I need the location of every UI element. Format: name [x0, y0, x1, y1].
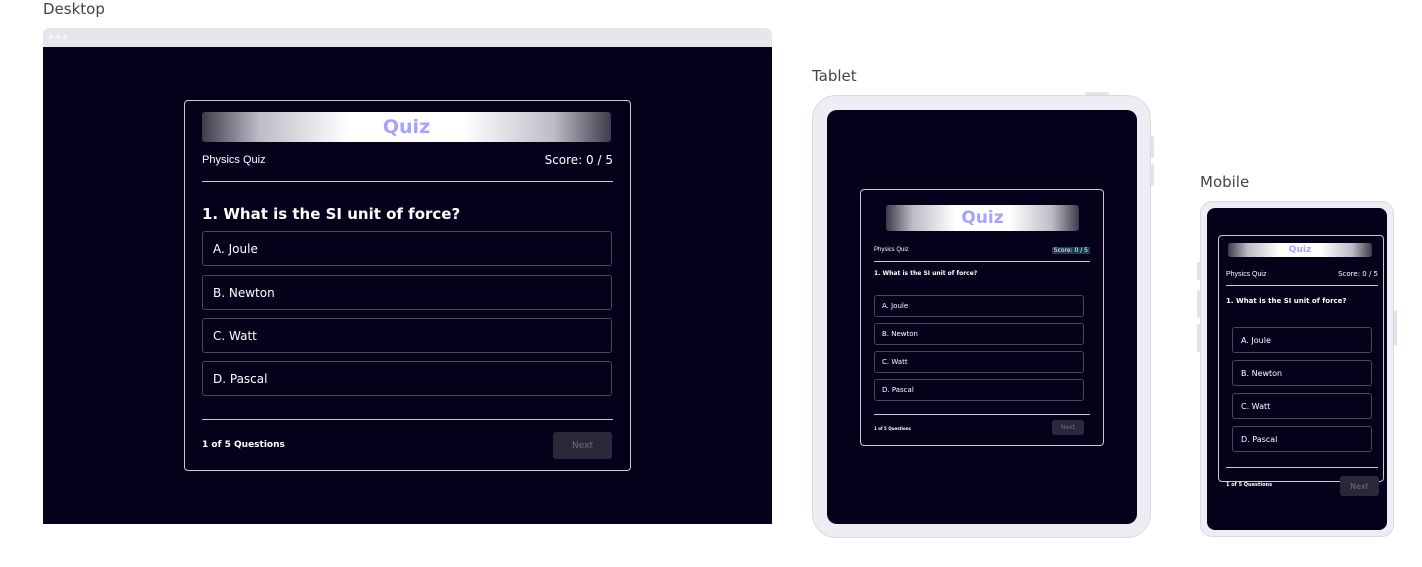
question-progress: 1 of 5 Questions: [874, 426, 911, 431]
mobile-screen: Quiz Physics Quiz Score: 0 / 5 1. What i…: [1207, 208, 1387, 530]
browser-titlebar: [43, 28, 772, 47]
window-dot-icon: [49, 35, 53, 39]
question-progress: 1 of 5 Questions: [202, 440, 285, 450]
divider: [874, 261, 1090, 262]
window-dot-icon: [63, 35, 67, 39]
answer-option-d[interactable]: D. Pascal: [874, 379, 1084, 401]
divider: [874, 414, 1090, 415]
answer-option-c[interactable]: C. Watt: [1232, 393, 1372, 419]
tablet-screen: Quiz Physics Quiz Score: 0 / 5 1. What i…: [827, 110, 1137, 524]
window-dot-icon: [56, 35, 60, 39]
answer-option-c[interactable]: C. Watt: [202, 318, 612, 353]
quiz-meta: Physics Quiz Score: 0 / 5: [1226, 269, 1378, 279]
question-progress: 1 of 5 Questions: [1226, 482, 1273, 488]
next-button[interactable]: Next: [1052, 420, 1084, 435]
tablet-label: Tablet: [812, 67, 857, 85]
question-text: 1. What is the SI unit of force?: [1226, 297, 1347, 305]
quiz-banner: Quiz: [1228, 243, 1372, 257]
quiz-card: Quiz Physics Quiz Score: 0 / 5 1. What i…: [860, 189, 1104, 446]
divider: [1226, 467, 1378, 468]
window-controls: [49, 35, 67, 39]
quiz-card: Quiz Physics Quiz Score: 0 / 5 1. What i…: [184, 100, 631, 471]
answer-option-a[interactable]: A. Joule: [202, 231, 612, 266]
score-display: Score: 0 / 5: [544, 153, 613, 167]
question-text: 1. What is the SI unit of force?: [202, 205, 461, 223]
score-display: Score: 0 / 5: [1051, 246, 1090, 254]
answer-option-d[interactable]: D. Pascal: [202, 361, 612, 396]
responsive-preview: Desktop Quiz Physics Quiz Score: 0 / 5 1…: [0, 0, 1422, 567]
quiz-name: Physics Quiz: [874, 247, 909, 253]
answer-option-d[interactable]: D. Pascal: [1232, 426, 1372, 452]
answer-option-b[interactable]: B. Newton: [1232, 360, 1372, 386]
quiz-meta: Physics Quiz Score: 0 / 5: [202, 151, 613, 169]
mobile-power-button: [1394, 310, 1397, 346]
question-text: 1. What is the SI unit of force?: [874, 270, 978, 277]
quiz-card: Quiz Physics Quiz Score: 0 / 5 1. What i…: [1218, 235, 1384, 496]
desktop-label: Desktop: [43, 0, 105, 18]
desktop-screen: Quiz Physics Quiz Score: 0 / 5 1. What i…: [43, 47, 772, 524]
quiz-banner: Quiz: [202, 112, 611, 142]
quiz-meta: Physics Quiz Score: 0 / 5: [874, 245, 1090, 255]
divider: [202, 181, 613, 182]
answer-option-a[interactable]: A. Joule: [874, 295, 1084, 317]
mobile-device-frame: Quiz Physics Quiz Score: 0 / 5 1. What i…: [1200, 201, 1394, 537]
quiz-name: Physics Quiz: [1226, 270, 1267, 278]
answer-option-c[interactable]: C. Watt: [874, 351, 1084, 373]
tablet-device-frame: Quiz Physics Quiz Score: 0 / 5 1. What i…: [812, 95, 1151, 538]
answer-option-b[interactable]: B. Newton: [874, 323, 1084, 345]
score-display: Score: 0 / 5: [1338, 270, 1378, 278]
next-button[interactable]: Next: [1340, 476, 1379, 496]
quiz-name: Physics Quiz: [202, 154, 266, 166]
mobile-label: Mobile: [1200, 173, 1250, 191]
quiz-banner: Quiz: [886, 205, 1079, 231]
divider: [1226, 285, 1378, 286]
next-button[interactable]: Next: [553, 432, 612, 459]
answer-option-b[interactable]: B. Newton: [202, 275, 612, 310]
desktop-browser-frame: Quiz Physics Quiz Score: 0 / 5 1. What i…: [43, 28, 772, 524]
divider: [202, 419, 613, 420]
answer-option-a[interactable]: A. Joule: [1232, 327, 1372, 353]
